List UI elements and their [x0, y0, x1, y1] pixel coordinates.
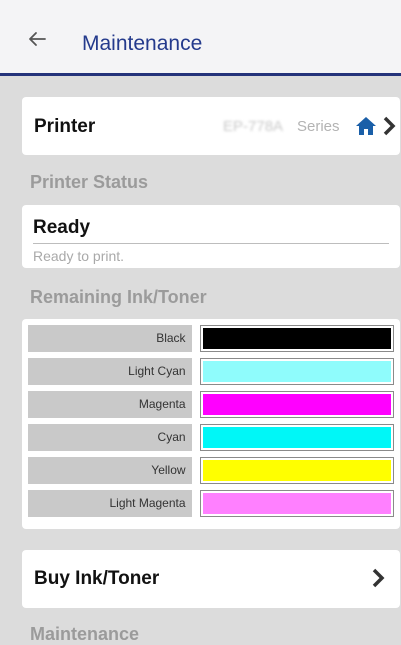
- chevron-right-icon: [372, 568, 385, 588]
- ink-name: Cyan: [28, 424, 192, 451]
- ink-heading: Remaining Ink/Toner: [30, 287, 207, 307]
- page-title: Maintenance: [82, 32, 203, 55]
- buy-ink-label: Buy Ink/Toner: [34, 568, 160, 589]
- ink-level-fill: [202, 460, 391, 481]
- ink-name: Light Magenta: [28, 490, 192, 517]
- printer-label: Printer: [34, 116, 96, 137]
- ink-level-bar: [199, 424, 394, 451]
- ink-row-magenta: Magenta: [28, 391, 394, 418]
- ink-levels-card: Black Light Cyan Magenta Cyan Yellow Lig…: [22, 319, 400, 529]
- app-bar: Maintenance: [0, 0, 401, 76]
- ink-level-fill: [202, 427, 391, 448]
- buy-ink-button[interactable]: Buy Ink/Toner: [22, 550, 400, 608]
- ink-level-bar: [199, 391, 394, 418]
- status-divider: [33, 243, 389, 244]
- ink-level-bar: [199, 358, 394, 385]
- ink-row-light-cyan: Light Cyan: [28, 358, 394, 385]
- status-description: Ready to print.: [33, 248, 125, 264]
- ink-level-fill: [202, 361, 391, 382]
- ink-row-light-magenta: Light Magenta: [28, 490, 394, 517]
- ink-level-fill: [202, 328, 391, 349]
- chevron-right-icon: [383, 116, 396, 136]
- ink-name: Black: [28, 325, 192, 352]
- printer-status-heading: Printer Status: [30, 172, 149, 192]
- printer-status-card: Ready Ready to print.: [22, 205, 400, 268]
- ink-name: Yellow: [28, 457, 192, 484]
- ink-name: Light Cyan: [28, 358, 192, 385]
- ink-level-bar: [199, 490, 394, 517]
- ink-level-fill: [202, 394, 391, 415]
- ink-level-bar: [199, 325, 394, 352]
- ink-level-fill: [202, 493, 391, 514]
- ink-row-yellow: Yellow: [28, 457, 394, 484]
- ink-name: Magenta: [28, 391, 192, 418]
- back-button[interactable]: [22, 24, 52, 54]
- printer-selector[interactable]: Printer EP-778A Series: [22, 97, 400, 155]
- home-icon: [356, 117, 376, 135]
- ink-row-cyan: Cyan: [28, 424, 394, 451]
- printer-model-name: EP-778A: [223, 118, 284, 135]
- status-title: Ready: [33, 217, 91, 238]
- printer-series-label: Series: [297, 118, 340, 135]
- ink-row-black: Black: [28, 325, 394, 352]
- ink-level-bar: [199, 457, 394, 484]
- back-arrow-icon: [29, 32, 46, 46]
